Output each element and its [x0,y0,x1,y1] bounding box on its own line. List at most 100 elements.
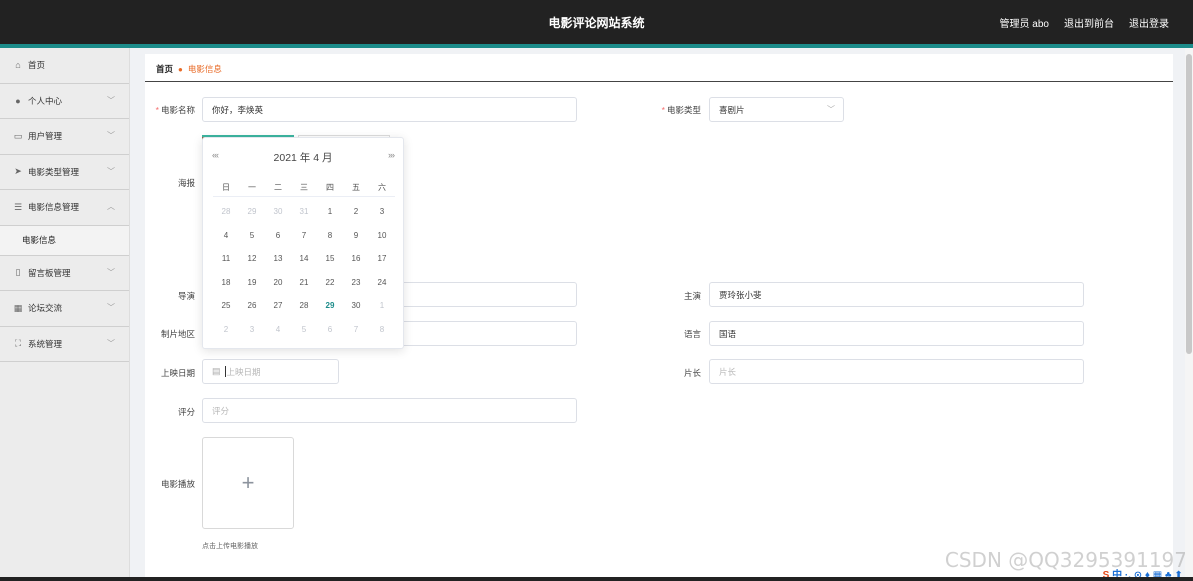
date-cell[interactable]: 21 [291,278,317,287]
calendar-icon: ▤ [212,366,221,376]
date-cell[interactable]: 26 [239,301,265,310]
chevron-down-icon: ﹀ [107,303,115,312]
region-label: 制片地区 [160,329,195,339]
date-cell[interactable]: 5 [239,231,265,240]
duration-label: 片长 [683,368,701,378]
release-date-input[interactable]: ▤ 上映日期 [202,359,339,384]
date-cell[interactable]: 6 [265,231,291,240]
language-label: 语言 [683,329,701,339]
date-cell[interactable]: 2 [213,325,239,334]
sidebar-item-system[interactable]: ⛶ 系统管理 ﹀ [0,327,129,362]
breadcrumb-home[interactable]: 首页 [156,63,173,75]
date-picker-grid: 日 一 二 三 四 五 六 28 29 30 31 1 2 3 4 5 6 7 … [213,178,395,341]
chevron-down-icon: ﹀ [107,338,115,348]
date-cell[interactable]: 1 [317,207,343,216]
sidebar-item-label: 电影类型管理 [28,166,80,177]
date-cell[interactable]: 17 [369,254,395,263]
next-year-month-button[interactable]: ›» [388,150,395,160]
date-picker-header: «‹ 2021 年 4 月 ›» [203,150,403,164]
date-cell[interactable]: 18 [213,278,239,287]
language-input[interactable]: 国语 [709,321,1084,346]
weekday-label: 二 [274,182,282,192]
date-cell[interactable]: 14 [291,254,317,263]
sidebar-item-label: 用户管理 [28,131,63,142]
week-row: 28 29 30 31 1 2 3 [213,200,395,224]
bottom-border [0,577,1193,581]
required-mark: * [661,105,665,115]
movie-type-select[interactable]: 喜剧片 ﹀ [709,97,844,122]
sidebar-item-forum[interactable]: ▦ 论坛交流 ﹀ [0,291,129,327]
grid-icon: ▦ [13,302,23,313]
sidebar-item-home[interactable]: ⌂ 首页 [0,48,129,84]
date-cell[interactable]: 22 [317,278,343,287]
sidebar-subitem-movie-info[interactable]: 电影信息 [0,225,129,256]
chevron-down-icon: ﹀ [107,131,115,140]
chevron-down-icon: ﹀ [107,95,115,105]
date-cell[interactable]: 29 [239,207,265,216]
date-cell-today[interactable]: 29 [317,301,343,310]
date-cell[interactable]: 12 [239,254,265,263]
list-icon: ☰ [13,201,23,212]
date-cell[interactable]: 31 [291,207,317,216]
user-icon: ● [15,95,21,106]
week-row: 18 19 20 21 22 23 24 [213,271,395,295]
exit-to-front-link[interactable]: 退出到前台 [1064,15,1114,30]
duration-input[interactable]: 片长 [709,359,1084,384]
chevron-up-icon: ︿ [107,202,115,211]
weekday-label: 一 [248,182,256,192]
movie-play-upload[interactable]: + [202,437,294,529]
date-cell[interactable]: 9 [343,231,369,240]
date-cell[interactable]: 4 [213,231,239,240]
date-cell[interactable]: 7 [291,231,317,240]
text-cursor [224,366,226,377]
date-cell[interactable]: 24 [369,278,395,287]
date-cell[interactable]: 30 [265,207,291,216]
scrollbar-thumb[interactable] [1186,54,1192,354]
weekday-label: 日 [222,182,230,192]
date-cell[interactable]: 28 [291,301,317,310]
date-cell[interactable]: 25 [213,301,239,310]
date-cell[interactable]: 4 [265,325,291,334]
date-cell[interactable]: 1 [369,301,395,310]
sidebar-item-movie-types[interactable]: ➤ 电影类型管理 ﹀ [0,155,129,190]
date-cell[interactable]: 2 [343,207,369,216]
date-cell[interactable]: 23 [343,278,369,287]
home-icon: ⌂ [15,60,21,71]
date-cell[interactable]: 16 [343,254,369,263]
date-cell[interactable]: 3 [239,325,265,334]
sidebar-item-label: 论坛交流 [28,303,63,314]
admin-label: 管理员 abo [999,19,1049,30]
week-row: 11 12 13 14 15 16 17 [213,247,395,271]
date-cell[interactable]: 6 [317,325,343,334]
date-cell[interactable]: 10 [369,231,395,240]
top-links: 管理员 abo 退出到前台 退出登录 [1000,15,1169,30]
date-cell[interactable]: 11 [213,254,239,263]
breadcrumb-divider [145,81,1173,82]
score-input[interactable]: 评分 [202,398,577,423]
page-scrollbar[interactable] [1185,48,1193,581]
movie-name-input[interactable]: 你好，李焕英 [202,97,577,122]
date-cell[interactable]: 28 [213,207,239,216]
date-cell[interactable]: 8 [317,231,343,240]
date-cell[interactable]: 3 [369,207,395,216]
logout-link[interactable]: 退出登录 [1129,15,1169,30]
sidebar-item-profile[interactable]: ● 个人中心 ﹀ [0,84,129,119]
breadcrumb-current: 电影信息 [187,64,222,74]
sidebar-item-movie-info[interactable]: ☰ 电影信息管理 ︿ [0,190,129,226]
date-cell[interactable]: 7 [343,325,369,334]
actor-input[interactable]: 贾玲张小斐 [709,282,1084,307]
date-cell[interactable]: 30 [343,301,369,310]
sidebar-item-label: 电影信息管理 [28,202,80,213]
date-cell[interactable]: 15 [317,254,343,263]
date-cell[interactable]: 19 [239,278,265,287]
sidebar-item-label: 系统管理 [28,338,63,349]
date-cell[interactable]: 5 [291,325,317,334]
sidebar-item-message-board[interactable]: ▯ 留言板管理 ﹀ [0,256,129,291]
sidebar-item-label: 个人中心 [28,95,63,106]
date-cell[interactable]: 27 [265,301,291,310]
date-cell[interactable]: 13 [265,254,291,263]
movie-play-label: 电影播放 [160,479,195,489]
date-cell[interactable]: 20 [265,278,291,287]
sidebar-item-users[interactable]: ▭ 用户管理 ﹀ [0,119,129,155]
date-cell[interactable]: 8 [369,325,395,334]
